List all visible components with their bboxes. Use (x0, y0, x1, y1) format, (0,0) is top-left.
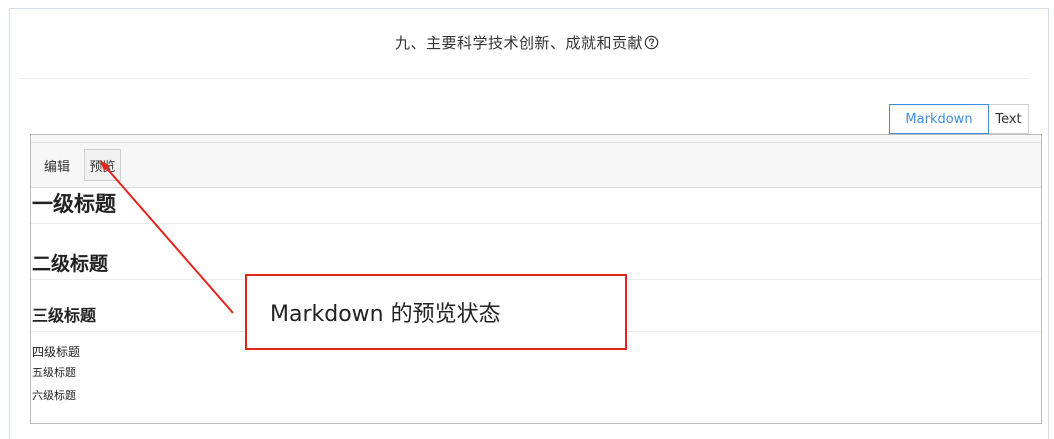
tab-text[interactable]: Text (989, 104, 1029, 134)
edit-button[interactable]: 编辑 (39, 149, 75, 181)
title-divider (19, 78, 1029, 79)
question-circle-icon[interactable] (644, 35, 659, 54)
preview-heading-6: 六级标题 (32, 389, 76, 402)
editor-toolbar: 编辑 预览 (31, 135, 1041, 188)
tab-markdown[interactable]: Markdown (889, 104, 989, 134)
preview-button[interactable]: 预览 (84, 149, 121, 181)
mode-tabs: Markdown Text (889, 104, 1029, 134)
annotation-callout: Markdown 的预览状态 (245, 274, 627, 350)
preview-heading-5: 五级标题 (32, 366, 76, 379)
section-title-text: 九、主要科学技术创新、成就和贡献 (394, 34, 643, 52)
annotation-text: Markdown 的预览状态 (270, 302, 501, 327)
preview-heading-2: 二级标题 (31, 224, 1041, 280)
preview-heading-1: 一级标题 (31, 188, 1041, 224)
section-title: 九、主要科学技术创新、成就和贡献 (0, 32, 1054, 54)
toolbar-divider (31, 142, 1041, 143)
